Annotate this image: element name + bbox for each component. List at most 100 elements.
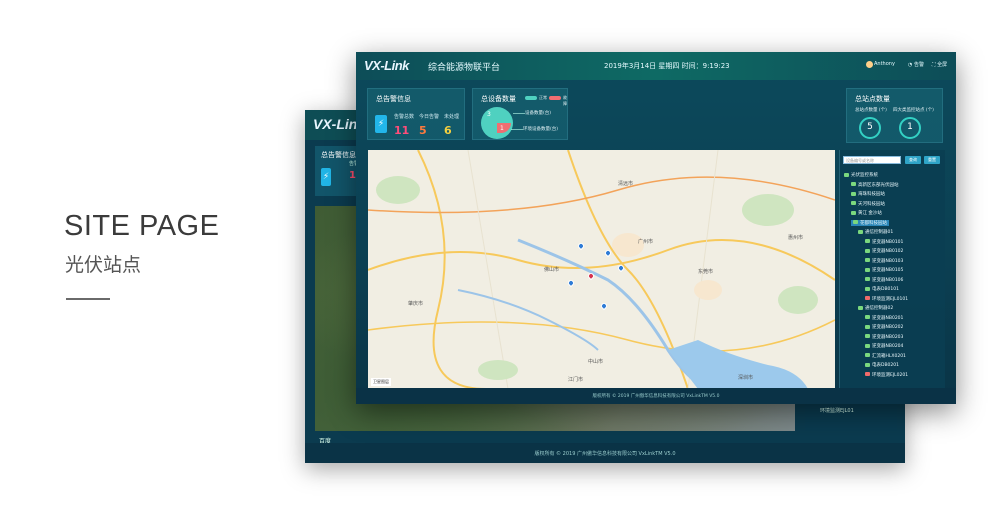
map-place-label: 广州市 [638, 239, 654, 245]
alarm-summary-card: 总告警信息 ⚡ 告警总数 11 今日告警 5 未处理 6 [367, 88, 465, 140]
device-icon [851, 201, 856, 205]
site-category-label: 四大类监控站点 (个) [893, 108, 934, 113]
device-icon [858, 305, 863, 310]
tree-item-label: 花都科技园站 [860, 220, 887, 226]
device-icon [865, 353, 870, 357]
hero-divider [66, 298, 110, 300]
tree-item[interactable]: 电表DB0201 [865, 362, 899, 368]
tree-item[interactable]: 逆变器NB0101 [865, 239, 903, 245]
lightning-icon: ⚡ [321, 168, 331, 186]
env-device-count-label: 环境设备数量(台) [523, 127, 559, 132]
alert-button[interactable]: ◔ 告警 [908, 61, 924, 68]
tree-reset-button[interactable]: 重置 [924, 156, 940, 164]
site-category-value: 1 [907, 122, 913, 132]
device-alarm-icon [865, 296, 870, 300]
back-tree-item[interactable]: 环境监测EJL01 [820, 407, 854, 414]
device-icon [865, 258, 870, 262]
map-canvas[interactable] [368, 150, 835, 389]
map-place-label: 惠州市 [788, 235, 804, 241]
device-icon [865, 267, 870, 272]
tree-item-label: 逆变器NB0102 [872, 249, 904, 254]
tree-search-button[interactable]: 查询 [905, 156, 921, 164]
site-summary-card: 总站点数量 总站点数量 (个) 四大类监控站点 (个) 5 1 [846, 88, 943, 143]
device-summary-card: 总设备数量 正常 故障 3 1 设备数量(台) 环境设备数量(台) [472, 88, 568, 140]
tree-item-label: 逆变器NB0203 [872, 334, 904, 340]
tree-item-label: 环境监测EJL0201 [872, 372, 909, 378]
site-map[interactable]: 广州市 佛山市 东莞市 深圳市 中山市 江门市 惠州市 肇庆市 清远市 卫星图层 [368, 150, 835, 389]
user-avatar[interactable] [866, 61, 873, 68]
tree-item-label: 逆变器NB0106 [872, 277, 904, 283]
back-footer: 版权所有 © 2019 广州傲华信息科技有限公司 VxLinkTM V5.0 [305, 443, 905, 463]
alarm-card-title: 总告警信息 [376, 95, 411, 103]
tree-item[interactable]: 逆变器NB0202 [865, 324, 903, 330]
fullscreen-icon: ⛶ [932, 62, 936, 68]
user-menu[interactable]: Anthony [874, 61, 895, 67]
hero-title: SITE PAGE [64, 210, 220, 242]
device-leader-line [513, 113, 525, 114]
device-icon [858, 229, 863, 234]
device-icon [865, 315, 870, 319]
tree-item-label: 高新区东部光伏园站 [858, 182, 899, 188]
alarm-unhandled: 未处理 6 [444, 113, 474, 137]
map-place-label: 中山市 [588, 359, 604, 365]
map-place-label: 江门市 [568, 377, 584, 383]
tree-search-input[interactable]: 设备编号或名称 [843, 156, 901, 164]
tree-item[interactable]: 高新区东部光伏园站 [851, 182, 899, 188]
tree-item[interactable]: 黄江 金沙站 [851, 210, 882, 216]
pie-fault-count: 1 [500, 125, 504, 132]
device-icon [865, 362, 870, 367]
device-alarm-icon [865, 372, 870, 376]
promo-stage: SITE PAGE 光伏站点 VX-Link 总告警信息 ⚡ 告警总 11 百度… [0, 0, 1000, 525]
tree-item[interactable]: 电表DB0101 [865, 286, 899, 292]
tree-item[interactable]: 环境监测EJL0201 [865, 372, 908, 378]
tree-item[interactable]: 环境监测EJL0101 [865, 296, 908, 302]
tree-item[interactable]: 逆变器NB0103 [865, 258, 903, 264]
tree-item[interactable]: 花都科技园站 [851, 219, 889, 226]
tree-item[interactable]: 逆变器NB0102 [865, 248, 903, 254]
map-layer-toggle[interactable]: 卫星图层 [371, 378, 391, 386]
app-logo[interactable]: VX-Link [364, 58, 409, 73]
footer-text: 版权所有 © 2019 广州傲华信息科技有限公司 VxLinkTM V5.0 [592, 394, 720, 399]
device-icon [853, 220, 858, 224]
tree-item-label: 通信控制器02 [865, 306, 894, 311]
tree-item[interactable]: 逆变器NB0204 [865, 343, 903, 349]
tree-item[interactable]: 通信控制器02 [858, 305, 893, 311]
tree-item-label: 海珠科技园站 [858, 192, 885, 197]
device-icon [865, 239, 870, 243]
legend-normal-label: 正常 [539, 95, 547, 100]
map-place-label: 佛山市 [544, 267, 560, 273]
site-total-ring: 5 [859, 117, 881, 139]
tree-item-label: 电表DB0201 [872, 363, 900, 368]
tree-item-label: 黄江 金沙站 [858, 211, 882, 216]
tree-item-label: 逆变器NB0202 [872, 325, 904, 330]
map-place-label: 深圳市 [738, 375, 754, 381]
device-icon [865, 286, 870, 291]
site-total-label: 总站点数量 (个) [855, 108, 887, 113]
map-place-label: 东莞市 [698, 269, 714, 275]
tree-item[interactable]: 光伏监控系统 [844, 172, 878, 178]
device-icon [851, 210, 856, 215]
tree-item-label: 逆变器NB0204 [872, 344, 904, 349]
app-title: 综合能源物联平台 [428, 63, 501, 73]
tree-item[interactable]: 逆变器NB0203 [865, 334, 903, 340]
tree-item-label: 汇流箱HLX0201 [872, 353, 906, 359]
tree-item[interactable]: 汇流箱HLX0201 [865, 353, 906, 359]
fullscreen-label: 全屏 [937, 62, 948, 68]
legend-fault-swatch [549, 96, 561, 100]
tree-item[interactable]: 天河科技园站 [851, 201, 885, 207]
legend-normal-swatch [525, 96, 537, 100]
tree-item[interactable]: 逆变器NB0106 [865, 277, 903, 283]
fullscreen-button[interactable]: ⛶ 全屏 [932, 61, 947, 68]
tree-item[interactable]: 海珠科技园站 [851, 191, 885, 197]
tree-item[interactable]: 逆变器NB0105 [865, 267, 903, 273]
tree-item-label: 环境监测EJL0101 [872, 296, 909, 302]
bell-icon: ◔ [908, 62, 913, 68]
tree-item[interactable]: 逆变器NB0201 [865, 315, 903, 321]
folder-icon [844, 172, 849, 177]
tree-item-label: 电表DB0101 [872, 287, 900, 292]
tree-item-label: 逆变器NB0103 [872, 258, 904, 264]
tree-item-label: 逆变器NB0105 [872, 268, 904, 273]
legend-fault-label: 故障 [563, 95, 567, 106]
tree-item[interactable]: 通信控制器01 [858, 229, 893, 235]
site-card-title: 总站点数量 [855, 95, 890, 103]
